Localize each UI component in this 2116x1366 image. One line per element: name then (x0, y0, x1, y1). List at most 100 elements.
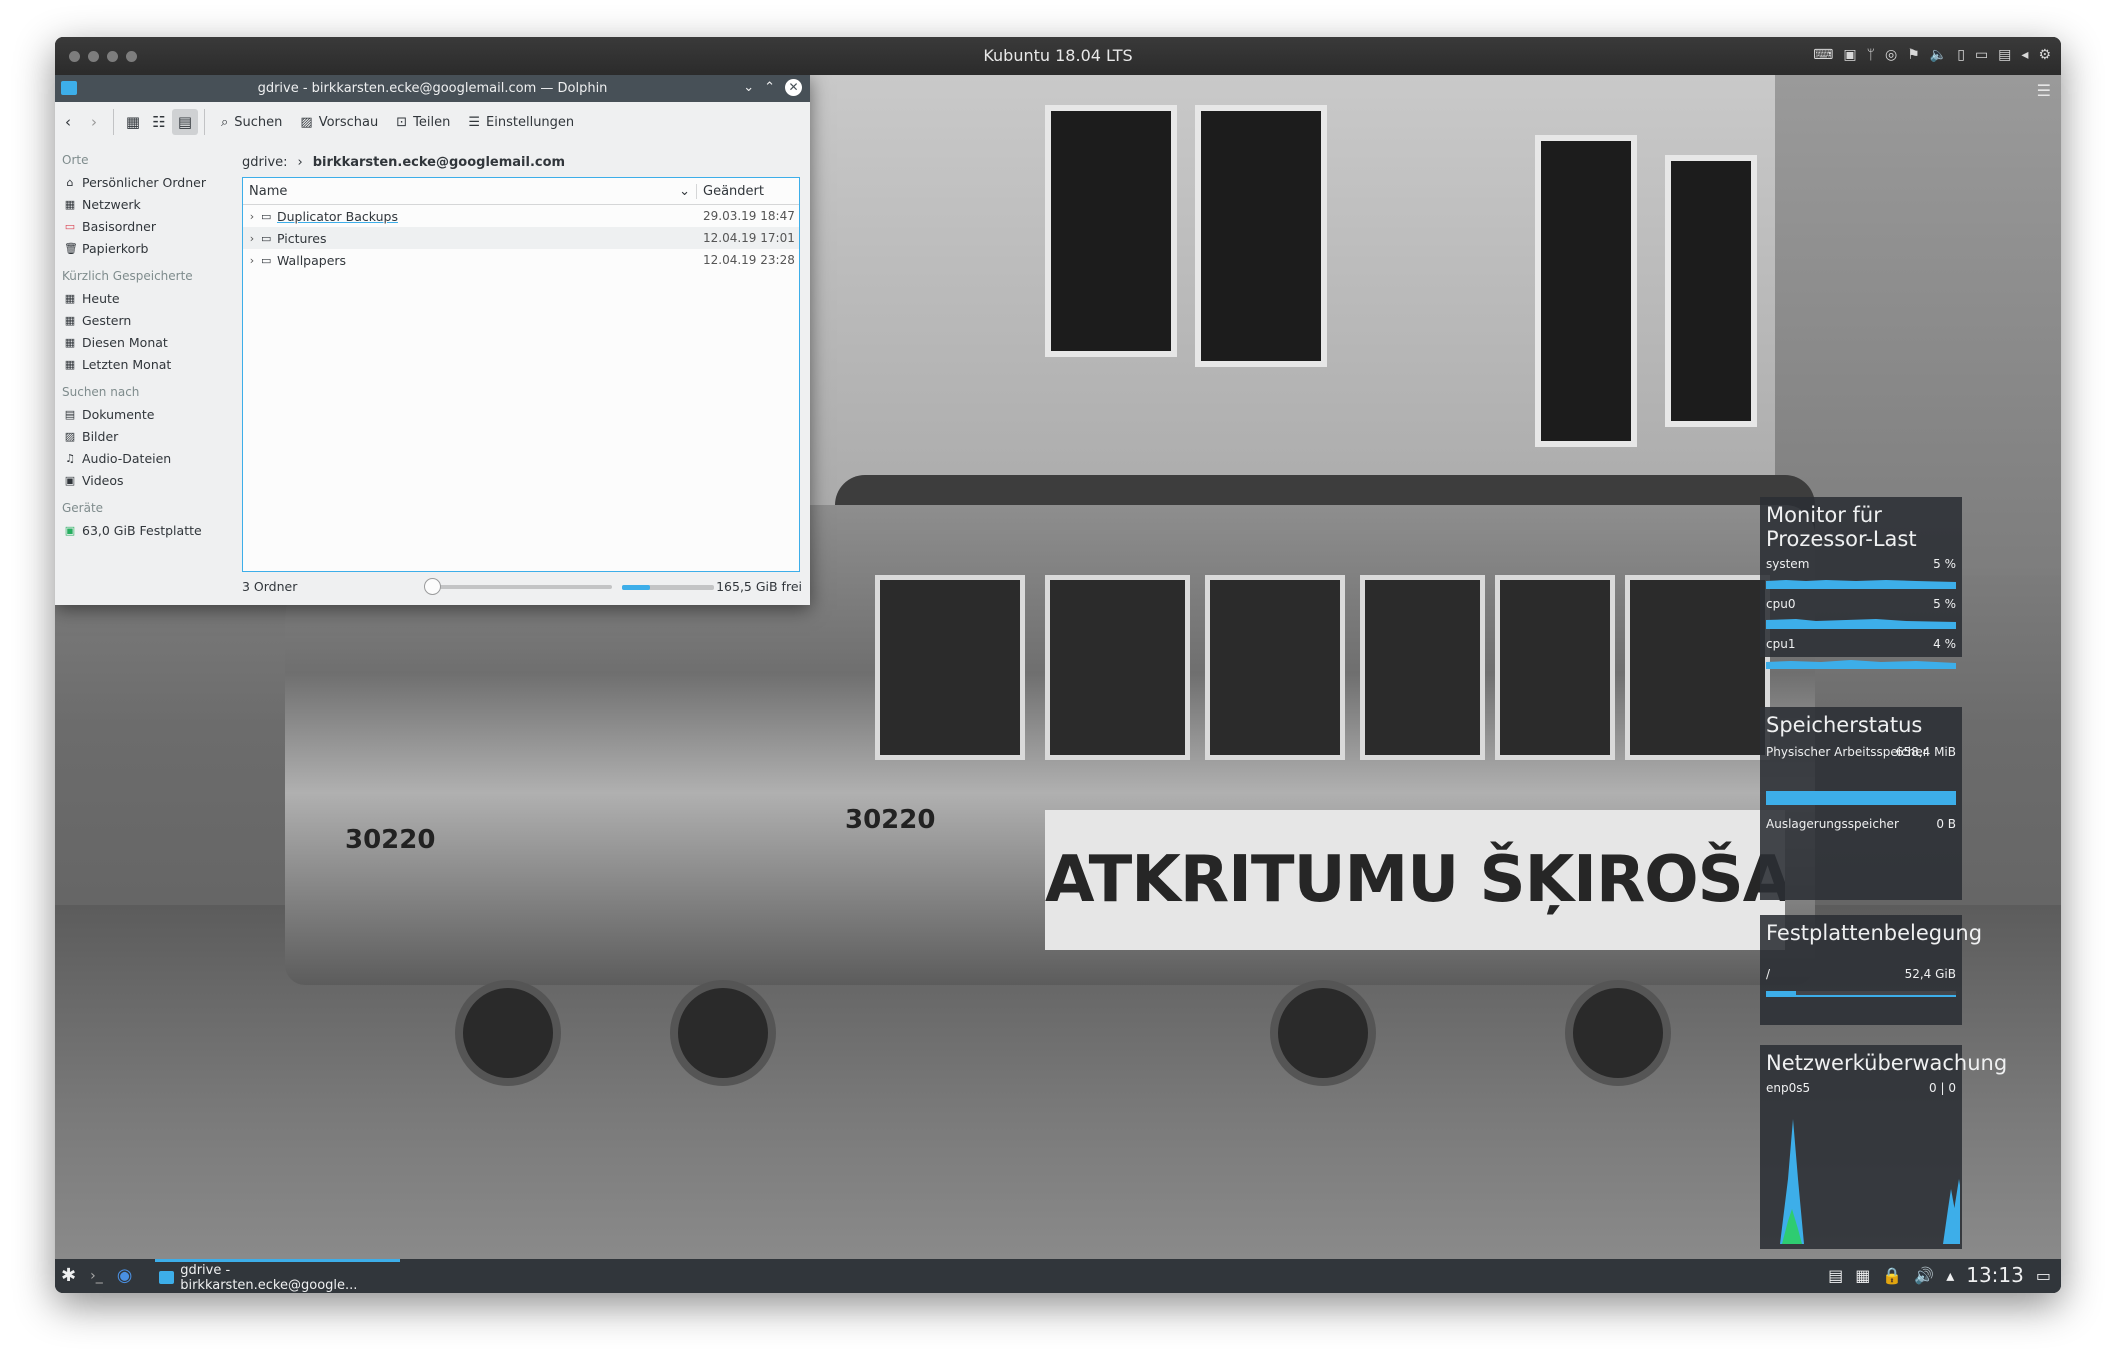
show-desktop-icon[interactable]: ▭ (2036, 1266, 2051, 1285)
cpu-icon[interactable]: ▣ (1843, 47, 1856, 63)
place-root[interactable]: ▭ Basisordner (55, 215, 237, 237)
compact-view-button[interactable]: ☷ (146, 109, 172, 135)
camera-icon[interactable]: ▭ (1975, 47, 1988, 63)
place-images[interactable]: ▨ Bilder (55, 425, 237, 447)
devices-header: Geräte (62, 501, 104, 515)
cpu-widget: Monitor für Prozessor-Last system 5 % cpu… (1760, 497, 1962, 669)
browser-icon[interactable]: ◉ (117, 1265, 133, 1286)
file-date: 12.04.19 23:28 (703, 253, 795, 267)
place-label: Basisordner (82, 218, 156, 234)
file-date: 29.03.19 18:47 (703, 209, 795, 223)
zoom-slider[interactable] (424, 578, 612, 595)
disc-icon[interactable]: ◎ (1885, 47, 1897, 63)
place-network[interactable]: ▦ Netzwerk (55, 193, 237, 215)
place-trash[interactable]: 🗑 Papierkorb (55, 237, 237, 259)
memory-bar-physical (1766, 791, 1956, 805)
memory-value: 0 B (1936, 817, 1956, 831)
hamburger-icon: ☰ (468, 114, 481, 130)
vm-toolbar-icons: ⌨ ▣ ᛘ ◎ ⚑ 🔈 ▯ ▭ ▤ ◂ ⚙ (1813, 47, 2051, 63)
network-widget-title: Netzwerküberwachung (1766, 1051, 2008, 1075)
volume-icon[interactable]: 🔊 (1914, 1266, 1934, 1285)
trash-icon: 🗑 (64, 241, 78, 255)
lock-icon[interactable]: 🔒 (1882, 1266, 1902, 1285)
back-button[interactable]: ‹ (55, 109, 81, 135)
network-tray-icon[interactable]: ▦ (1855, 1266, 1870, 1285)
breadcrumb-root[interactable]: gdrive: (242, 155, 288, 170)
settings-button[interactable]: ☰ Einstellungen (460, 111, 582, 134)
icons-view-button[interactable]: ▦ (120, 109, 146, 135)
network-icon[interactable]: ⚑ (1907, 47, 1920, 63)
folder-icon: ▭ (261, 209, 272, 223)
search-label: Suchen (234, 114, 283, 130)
breadcrumb: gdrive: › birkkarsten.ecke@googlemail.co… (242, 155, 565, 170)
dolphin-toolbar: ‹ › ▦ ☷ ▤ ⌕ Suchen ▨ Vorschau ⊡ Teilen ☰ Ein… (55, 102, 810, 142)
place-yesterday[interactable]: ▦ Gestern (55, 309, 237, 331)
task-dolphin[interactable]: gdrive - birkkarsten.ecke@google... (155, 1259, 400, 1293)
file-name: Duplicator Backups (277, 208, 398, 224)
gear-icon[interactable]: ⚙ (2038, 47, 2051, 63)
place-disk[interactable]: ▣ 63,0 GiB Festplatte (55, 519, 237, 541)
cpu-label: cpu0 (1766, 597, 1796, 611)
wallpaper-window (1195, 105, 1327, 367)
preview-button[interactable]: ▨ Vorschau (292, 111, 386, 134)
place-home[interactable]: ⌂ Persönlicher Ordner (55, 171, 237, 193)
place-today[interactable]: ▦ Heute (55, 287, 237, 309)
expand-tray-icon[interactable]: ▴ (1946, 1266, 1954, 1285)
maximize-icon[interactable]: ⌃ (764, 80, 775, 95)
file-row[interactable]: › ▭ Wallpapers 12.04.19 23:28 (243, 249, 799, 271)
wallpaper-window (1045, 105, 1177, 357)
zoom-slider-handle[interactable] (424, 578, 441, 595)
menu-chevron-icon[interactable]: ⌄ (743, 80, 754, 95)
document-icon: ▤ (64, 407, 76, 421)
disk-mount: / (1766, 967, 1771, 981)
place-documents[interactable]: ▤ Dokumente (55, 403, 237, 425)
sound-icon[interactable]: 🔈 (1930, 47, 1947, 63)
place-this-month[interactable]: ▦ Diesen Monat (55, 331, 237, 353)
memory-fill (1766, 791, 1956, 803)
expand-icon[interactable]: › (243, 232, 261, 245)
column-modified[interactable]: Geändert (696, 183, 799, 199)
expand-icon[interactable]: › (243, 210, 261, 223)
place-label: Netzwerk (82, 196, 141, 212)
back-icon[interactable]: ◂ (2021, 47, 2028, 63)
device-icon[interactable]: ▯ (1957, 47, 1965, 63)
place-videos[interactable]: ▣ Videos (55, 469, 237, 491)
usb-icon[interactable]: ᛘ (1867, 47, 1875, 63)
tram-window (875, 575, 1025, 760)
music-icon: ♫ (65, 451, 75, 465)
desktop: ATKRITUMU ŠĶIROŠANAS LAUKUMS 30220 30220… (55, 75, 2061, 1259)
place-label: Gestern (82, 312, 132, 328)
terminal-icon[interactable]: ›_ (90, 1268, 103, 1284)
settings-label: Einstellungen (486, 114, 575, 130)
keyboard-icon[interactable]: ⌨ (1813, 47, 1833, 63)
file-row[interactable]: › ▭ Pictures 12.04.19 17:01 (243, 227, 799, 249)
dolphin-window: gdrive - birkkarsten.ecke@googlemail.com… (55, 75, 810, 605)
dolphin-titlebar[interactable]: gdrive - birkkarsten.ecke@googlemail.com… (55, 75, 810, 102)
kde-menu-icon[interactable]: ✱ (61, 1265, 76, 1286)
column-header: Name ⌄ Geändert (243, 178, 799, 205)
share-button[interactable]: ⊡ Teilen (388, 111, 458, 134)
search-button[interactable]: ⌕ Suchen (213, 111, 290, 134)
file-row[interactable]: › ▭ Duplicator Backups 29.03.19 18:47 (243, 205, 799, 227)
file-view[interactable]: Name ⌄ Geändert › ▭ Duplicator Backups 29… (242, 177, 800, 572)
details-view-button[interactable]: ▤ (172, 109, 198, 135)
clipboard-icon[interactable]: ▤ (1828, 1266, 1843, 1285)
expand-icon[interactable]: › (243, 254, 261, 267)
folder-icon[interactable]: ▤ (1998, 47, 2011, 63)
home-icon: ⌂ (66, 175, 74, 189)
harddisk-icon: ▣ (64, 523, 76, 537)
breadcrumb-current[interactable]: birkkarsten.ecke@googlemail.com (313, 155, 565, 170)
close-icon[interactable]: ✕ (785, 79, 802, 96)
column-name[interactable]: Name ⌄ (243, 184, 696, 199)
tram-wheel (455, 980, 561, 1086)
forward-button[interactable]: › (81, 109, 107, 135)
tram-window (1495, 575, 1615, 760)
tram-banner: ATKRITUMU ŠĶIROŠANAS LAUKUMS (1045, 810, 1785, 950)
place-last-month[interactable]: ▦ Letzten Monat (55, 353, 237, 375)
desktop-menu-icon[interactable]: ☰ (2037, 81, 2051, 100)
system-tray: ▤ ▦ 🔒 🔊 ▴ 13:13 ▭ (1828, 1263, 2051, 1287)
place-label: Persönlicher Ordner (82, 174, 206, 190)
place-audio[interactable]: ♫ Audio-Dateien (55, 447, 237, 469)
clock[interactable]: 13:13 (1966, 1263, 2024, 1287)
network-row: enp0s5 0 | 0 (1766, 1081, 1956, 1097)
